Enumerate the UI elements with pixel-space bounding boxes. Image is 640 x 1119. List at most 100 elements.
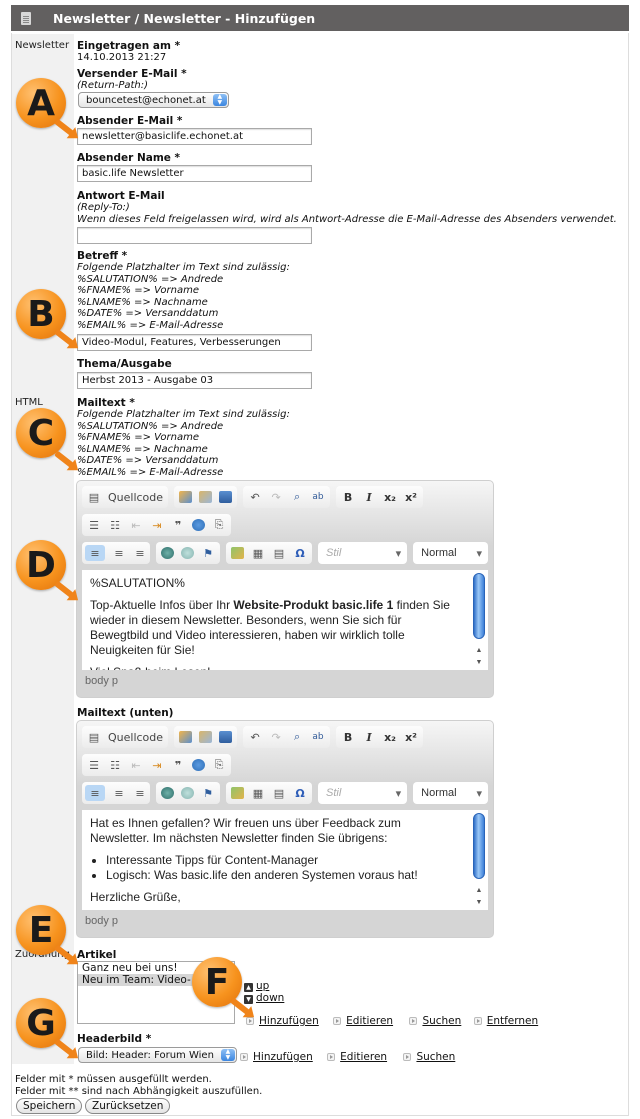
artikel-add-link[interactable]: Hinzufügen bbox=[259, 1015, 319, 1027]
undo-icon[interactable]: ↶ bbox=[248, 729, 262, 745]
thema-input[interactable]: Herbst 2013 - Ausgabe 03 bbox=[77, 372, 312, 389]
align-right-icon[interactable]: ≡ bbox=[133, 545, 147, 561]
print-icon[interactable] bbox=[219, 731, 233, 743]
anchor-flag-icon[interactable]: ⚑ bbox=[201, 785, 215, 801]
paste-text-icon[interactable] bbox=[179, 491, 193, 503]
superscript-button[interactable]: x² bbox=[404, 729, 418, 745]
show-blocks-icon[interactable]: ⎘ bbox=[212, 757, 226, 773]
field-mailtext: Mailtext * Folgende Platzhalter im Text … bbox=[77, 397, 290, 478]
absender-email-input[interactable]: newsletter@basiclife.echonet.at bbox=[77, 128, 312, 145]
redo-icon[interactable]: ↷ bbox=[269, 729, 283, 745]
align-left-icon[interactable]: ≡ bbox=[85, 785, 105, 801]
find-icon[interactable]: ⌕ bbox=[290, 489, 304, 505]
absender-name-input[interactable]: basic.life Newsletter bbox=[77, 165, 312, 182]
blockquote-icon[interactable]: ❞ bbox=[171, 517, 185, 533]
superscript-button[interactable]: x² bbox=[404, 489, 418, 505]
find-icon[interactable]: ⌕ bbox=[290, 729, 304, 745]
scroll-down-icon[interactable]: ▼ bbox=[474, 655, 484, 670]
chevron-down-icon: ▾ bbox=[476, 787, 482, 800]
editor-scrollbar[interactable]: ▲ ▼ bbox=[472, 573, 486, 667]
editor-content-area[interactable]: Hat es Ihnen gefallen? Wir freuen uns üb… bbox=[82, 810, 488, 910]
align-center-icon[interactable]: ≡ bbox=[112, 545, 126, 561]
anchor-flag-icon[interactable]: ⚑ bbox=[201, 545, 215, 561]
maximize-icon[interactable] bbox=[192, 759, 205, 771]
betreff-input[interactable]: Video-Modul, Features, Verbesserungen bbox=[77, 334, 312, 351]
style-dropdown[interactable]: Stil ▾ bbox=[318, 782, 408, 804]
absender-name-label: Absender Name * bbox=[77, 152, 181, 164]
antwort-input[interactable] bbox=[77, 227, 312, 244]
maximize-icon[interactable] bbox=[192, 519, 205, 531]
editor-content-area[interactable]: %SALUTATION% Top-Aktuelle Infos über Ihr… bbox=[82, 570, 488, 670]
align-center-icon[interactable]: ≡ bbox=[112, 785, 126, 801]
source-button[interactable]: Quellcode bbox=[108, 491, 163, 504]
format-dropdown[interactable]: Normal ▾ bbox=[413, 782, 488, 804]
special-char-icon[interactable]: Ω bbox=[293, 545, 307, 561]
headerbild-search-link[interactable]: Suchen bbox=[416, 1051, 455, 1063]
move-down-link[interactable]: down bbox=[256, 992, 284, 1004]
unlink-icon[interactable] bbox=[181, 547, 194, 559]
source-button[interactable]: Quellcode bbox=[108, 731, 163, 744]
versender-select[interactable]: bouncetest@echonet.at ▲ ▼ bbox=[78, 92, 229, 108]
artikel-remove-link[interactable]: Entfernen bbox=[487, 1015, 538, 1027]
style-dropdown[interactable]: Stil ▾ bbox=[318, 542, 408, 564]
headerbild-select[interactable]: Bild: Header: Forum Wien ▲ ▼ bbox=[78, 1047, 237, 1063]
scroll-down-icon[interactable]: ▼ bbox=[474, 895, 484, 910]
show-blocks-icon[interactable]: ⎘ bbox=[212, 517, 226, 533]
bulleted-list-icon[interactable]: ☷ bbox=[108, 757, 122, 773]
versender-selected-value: bouncetest@echonet.at bbox=[86, 95, 206, 106]
toolbar-group-format: B I x₂ x² bbox=[336, 486, 424, 508]
align-left-icon[interactable]: ≡ bbox=[85, 545, 105, 561]
special-char-icon[interactable]: Ω bbox=[293, 785, 307, 801]
subscript-button[interactable]: x₂ bbox=[383, 729, 397, 745]
indent-icon[interactable]: ⇥ bbox=[150, 517, 164, 533]
align-right-icon[interactable]: ≡ bbox=[133, 785, 147, 801]
replace-icon[interactable]: ab bbox=[311, 489, 325, 505]
move-up-link[interactable]: up bbox=[256, 980, 269, 992]
horizontal-rule-icon[interactable]: ▤ bbox=[272, 545, 286, 561]
bold-button[interactable]: B bbox=[341, 729, 355, 745]
horizontal-rule-icon[interactable]: ▤ bbox=[272, 785, 286, 801]
link-icon[interactable] bbox=[161, 787, 174, 799]
table-icon[interactable]: ▦ bbox=[251, 785, 265, 801]
format-dropdown[interactable]: Normal ▾ bbox=[413, 542, 488, 564]
paste-word-icon[interactable] bbox=[199, 491, 213, 503]
table-icon[interactable]: ▦ bbox=[251, 545, 265, 561]
image-icon[interactable] bbox=[231, 547, 244, 559]
paste-word-icon[interactable] bbox=[199, 731, 213, 743]
scrollbar-thumb[interactable] bbox=[473, 813, 485, 879]
numbered-list-icon[interactable]: ☰ bbox=[87, 517, 101, 533]
link-icon[interactable] bbox=[161, 547, 174, 559]
save-button[interactable]: Speichern bbox=[16, 1098, 83, 1114]
editor-paragraph: Hat es Ihnen gefallen? Wir freuen uns üb… bbox=[90, 816, 401, 845]
editor-scrollbar[interactable]: ▲ ▼ bbox=[472, 813, 486, 907]
indent-icon[interactable]: ⇥ bbox=[150, 757, 164, 773]
bulleted-list-icon[interactable]: ☷ bbox=[108, 517, 122, 533]
field-antwort: Antwort E-Mail (Reply-To:) Wenn dieses F… bbox=[77, 190, 637, 225]
select-arrows-icon: ▲ ▼ bbox=[212, 94, 227, 106]
outdent-icon[interactable]: ⇤ bbox=[129, 757, 143, 773]
editor-paragraph: Viel Spaß beim Lesen! bbox=[90, 665, 462, 670]
undo-icon[interactable]: ↶ bbox=[248, 489, 262, 505]
bold-button[interactable]: B bbox=[341, 489, 355, 505]
subscript-button[interactable]: x₂ bbox=[383, 489, 397, 505]
style-dropdown-label: Stil bbox=[326, 547, 342, 559]
unlink-icon[interactable] bbox=[181, 787, 194, 799]
paste-text-icon[interactable] bbox=[179, 731, 193, 743]
reset-button[interactable]: Zurücksetzen bbox=[85, 1098, 171, 1114]
italic-button[interactable]: I bbox=[362, 489, 376, 505]
image-icon[interactable] bbox=[231, 787, 244, 799]
artikel-edit-link[interactable]: Editieren bbox=[346, 1015, 393, 1027]
italic-button[interactable]: I bbox=[362, 729, 376, 745]
field-headerbild: Headerbild * bbox=[77, 1033, 151, 1045]
replace-icon[interactable]: ab bbox=[311, 729, 325, 745]
outdent-icon[interactable]: ⇤ bbox=[129, 517, 143, 533]
print-icon[interactable] bbox=[219, 491, 233, 503]
redo-icon[interactable]: ↷ bbox=[269, 489, 283, 505]
blockquote-icon[interactable]: ❞ bbox=[171, 757, 185, 773]
artikel-search-link[interactable]: Suchen bbox=[422, 1015, 461, 1027]
numbered-list-icon[interactable]: ☰ bbox=[87, 757, 101, 773]
toolbar-group-history: ↶ ↷ ⌕ ab bbox=[243, 486, 331, 508]
scrollbar-thumb[interactable] bbox=[473, 573, 485, 639]
headerbild-add-link[interactable]: Hinzufügen bbox=[253, 1051, 313, 1063]
headerbild-edit-link[interactable]: Editieren bbox=[340, 1051, 387, 1063]
